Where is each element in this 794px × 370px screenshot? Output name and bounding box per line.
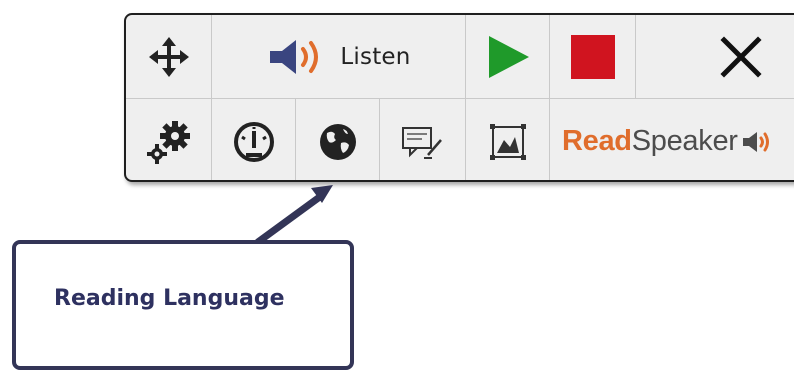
callout-label: Reading Language — [54, 286, 285, 311]
callout-box: Reading Language — [12, 240, 354, 370]
